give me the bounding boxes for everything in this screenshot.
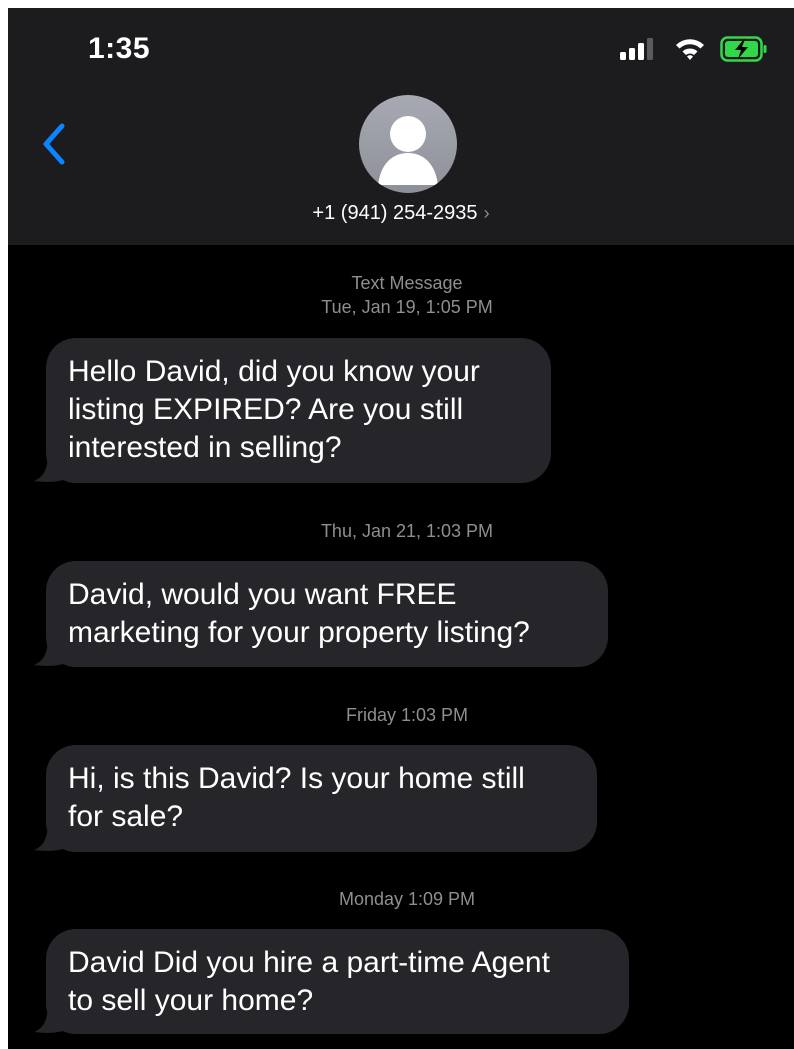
contact-number: +1 (941) 254-2935	[312, 202, 478, 224]
status-icons	[620, 34, 768, 64]
timestamp: Thu, Jan 21, 1:03 PM	[320, 521, 494, 541]
contact-name-button[interactable]: +1 (941) 254-2935 ›	[8, 202, 794, 225]
timestamp: Monday 1:09 PM	[338, 889, 476, 909]
message-bubble[interactable]: Hello David, did you know your listing E…	[34, 338, 551, 483]
message-line: Hello David, did you know your	[68, 355, 480, 388]
chevron-right-icon: ›	[483, 203, 490, 223]
message-line: listing EXPIRED? Are you still	[68, 393, 464, 426]
contact-avatar[interactable]	[359, 95, 457, 193]
wifi-icon	[676, 39, 704, 60]
battery-charging-icon	[720, 36, 767, 62]
message-bubble[interactable]: David, would you want FREE marketing for…	[34, 561, 608, 667]
message-bubble[interactable]: Hi, is this David? Is your home still fo…	[34, 745, 597, 852]
timestamp: Friday 1:03 PM	[345, 705, 469, 725]
message-type-label: Text Message	[351, 273, 463, 293]
message-line: David Did you hire a part-time Agent	[68, 946, 550, 979]
person-silhouette-icon	[378, 116, 438, 185]
message-line: David, would you want FREE	[68, 578, 457, 611]
message-line: interested in selling?	[68, 431, 342, 464]
message-bubble[interactable]: David Did you hire a part-time Agent to …	[34, 929, 629, 1034]
messages-screen: 1:35 +1 (941) 254-2935 › Text Message Tu…	[8, 8, 794, 1049]
cellular-signal-icon	[620, 38, 653, 60]
back-chevron-icon[interactable]	[36, 118, 76, 170]
message-line: to sell your home?	[68, 984, 314, 1017]
timestamp: Tue, Jan 19, 1:05 PM	[321, 297, 493, 317]
message-line: marketing for your property listing?	[68, 616, 530, 649]
conversation-header: 1:35 +1 (941) 254-2935 ›	[8, 8, 794, 245]
status-time: 1:35	[88, 32, 151, 65]
message-line: for sale?	[68, 800, 184, 833]
message-line: Hi, is this David? Is your home still	[68, 762, 525, 795]
